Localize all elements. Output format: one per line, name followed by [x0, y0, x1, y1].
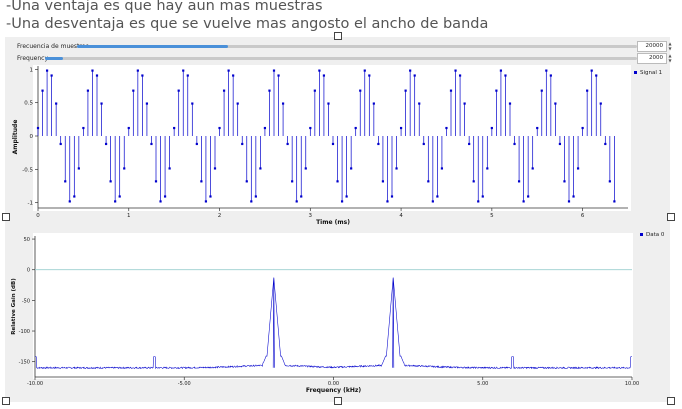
data-0-peak: [392, 277, 395, 368]
resize-handle-top[interactable]: [334, 32, 342, 40]
freq-x-tick-label: -10.00: [27, 381, 43, 387]
resize-handle-bottom-left[interactable]: [2, 397, 10, 405]
freq-y-tick-label: -100: [19, 329, 30, 335]
freq-y-tick-label: 50: [24, 237, 30, 243]
freq-y-axis-label: Relative Gain (dB): [11, 278, 17, 335]
resize-handle-right[interactable]: [667, 213, 675, 221]
freq-x-tick-label: -5.00: [178, 381, 191, 387]
freq-y-tick-label: -50: [22, 298, 30, 304]
freq-y-tick-label: 0: [27, 268, 30, 274]
freq-legend-label: Data 0: [646, 232, 665, 238]
freq-x-tick-label: 10.00: [625, 381, 639, 387]
freq-y-tick-label: -150: [19, 360, 30, 366]
frequency-domain-chart: -10.00 -5.00 0.00 5.00 10.00500-50-100-150Fr…: [11, 232, 665, 394]
data-0-peak: [272, 277, 275, 368]
resize-handle-left[interactable]: [2, 213, 10, 221]
freq-x-tick-label: 5.00: [477, 381, 488, 387]
freq-legend-swatch: [640, 233, 643, 236]
freq-x-axis-label: Frequency (kHz): [306, 387, 361, 394]
resize-handle-bottom-right[interactable]: [667, 397, 675, 405]
data-0-trace: [35, 277, 632, 370]
resize-handle-bottom[interactable]: [334, 397, 342, 405]
